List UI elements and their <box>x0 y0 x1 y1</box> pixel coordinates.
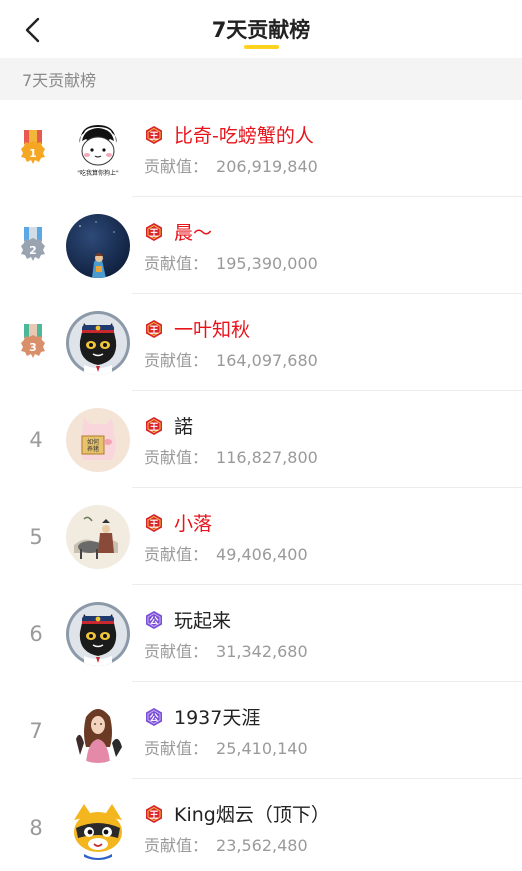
rank-cell: 2 <box>0 226 66 266</box>
svg-text:2: 2 <box>29 244 37 257</box>
list-item[interactable]: 2 王 晨～ 贡献值： 195,390,000 <box>0 197 522 294</box>
avatar[interactable] <box>66 601 130 666</box>
score-value: 25,410,140 <box>216 738 308 758</box>
score-value: 49,406,400 <box>216 544 308 564</box>
rank-cell: 7 <box>0 719 66 743</box>
gold-medal-icon: 1 <box>18 129 48 169</box>
duke-badge-icon: 公 <box>144 707 164 727</box>
rank-cell: 3 <box>0 323 66 363</box>
rank-cell: 6 <box>0 622 66 646</box>
king-badge-icon: 王 <box>144 125 164 145</box>
svg-text:王: 王 <box>149 228 158 239</box>
duke-badge-icon: 公 <box>144 610 164 630</box>
user-name[interactable]: 1937天涯 <box>174 703 260 730</box>
page-title: 7天贡献榜 <box>211 18 311 42</box>
score-line: 贡献值： 206,919,840 <box>144 156 318 176</box>
avatar[interactable] <box>66 310 130 375</box>
king-badge-icon: 王 <box>144 319 164 339</box>
bronze-medal-icon: 3 <box>18 323 48 363</box>
entry-info: 公 玩起来 贡献值： 31,342,680 <box>144 606 308 662</box>
list-item[interactable]: 1 "吃我算你狗上" 王 比奇-吃螃蟹的人 贡献值： 206,919,840 <box>0 100 522 197</box>
list-item[interactable]: 6 公 玩起来 贡献值： 31,342,680 <box>0 585 522 682</box>
user-name[interactable]: 諾 <box>174 412 193 439</box>
svg-text:王: 王 <box>149 131 158 142</box>
rank-number: 8 <box>29 815 43 840</box>
entry-info: 王 小落 贡献值： 49,406,400 <box>144 509 308 565</box>
avatar[interactable] <box>66 795 130 860</box>
entry-info: 王 諾 贡献值： 116,827,800 <box>144 412 318 468</box>
king-badge-icon: 王 <box>144 804 164 824</box>
silver-medal-icon: 2 <box>18 226 48 266</box>
user-name[interactable]: 比奇-吃螃蟹的人 <box>174 121 314 148</box>
rank-number: 5 <box>29 524 43 549</box>
svg-text:王: 王 <box>149 519 158 530</box>
user-name[interactable]: King烟云（顶下） <box>174 800 330 827</box>
svg-text:王: 王 <box>149 422 158 433</box>
score-line: 贡献值： 164,097,680 <box>144 350 318 370</box>
list-item[interactable]: 5 王 小落 贡献值： 49,406,400 <box>0 488 522 585</box>
score-value: 23,562,480 <box>216 835 308 855</box>
entry-info: 公 1937天涯 贡献值： 25,410,140 <box>144 703 308 759</box>
king-badge-icon: 王 <box>144 222 164 242</box>
score-line: 贡献值： 23,562,480 <box>144 835 308 855</box>
svg-text:公: 公 <box>149 713 158 724</box>
score-line: 贡献值： 49,406,400 <box>144 544 308 564</box>
score-value: 31,342,680 <box>216 641 308 661</box>
ranking-list: 1 "吃我算你狗上" 王 比奇-吃螃蟹的人 贡献值： 206,919,840 2… <box>0 100 522 871</box>
king-badge-icon: 王 <box>144 416 164 436</box>
rank-cell: 4 <box>0 428 66 452</box>
svg-text:公: 公 <box>149 616 158 627</box>
score-value: 195,390,000 <box>216 253 318 273</box>
user-name[interactable]: 玩起来 <box>174 606 231 633</box>
user-name[interactable]: 晨～ <box>174 218 212 245</box>
score-value: 164,097,680 <box>216 350 318 370</box>
svg-text:养猪: 养猪 <box>87 445 99 453</box>
score-line: 贡献值： 116,827,800 <box>144 447 318 467</box>
svg-text:3: 3 <box>29 341 37 354</box>
list-item[interactable]: 8 王 King烟云（顶下） 贡献值： 23,562,480 <box>0 779 522 871</box>
score-line: 贡献值： 195,390,000 <box>144 253 318 273</box>
user-name[interactable]: 一叶知秋 <box>174 315 250 342</box>
score-line: 贡献值： 25,410,140 <box>144 738 308 758</box>
rank-cell: 5 <box>0 525 66 549</box>
svg-text:1: 1 <box>29 147 37 160</box>
rank-number: 7 <box>29 718 43 743</box>
rank-cell: 1 <box>0 129 66 169</box>
list-item[interactable]: 7 公 1937天涯 贡献值： 25,410,140 <box>0 682 522 779</box>
avatar[interactable] <box>66 213 130 278</box>
svg-text:王: 王 <box>149 325 158 336</box>
user-name[interactable]: 小落 <box>174 509 212 536</box>
list-item[interactable]: 4 如何 养猪 王 諾 贡献值： 116,827,800 <box>0 391 522 488</box>
section-label: 7天贡献榜 <box>22 71 97 90</box>
score-line: 贡献值： 31,342,680 <box>144 641 308 661</box>
king-badge-icon: 王 <box>144 513 164 533</box>
rank-number: 6 <box>29 621 43 646</box>
svg-text:"吃我算你狗上": "吃我算你狗上" <box>77 169 119 177</box>
avatar[interactable] <box>66 504 130 569</box>
rank-number: 4 <box>29 427 43 452</box>
score-value: 206,919,840 <box>216 156 318 176</box>
avatar[interactable]: "吃我算你狗上" <box>66 116 130 181</box>
svg-text:王: 王 <box>149 810 158 821</box>
entry-info: 王 一叶知秋 贡献值： 164,097,680 <box>144 315 318 371</box>
score-value: 116,827,800 <box>216 447 318 467</box>
title-underline <box>244 45 279 49</box>
entry-info: 王 King烟云（顶下） 贡献值： 23,562,480 <box>144 800 330 856</box>
rank-cell: 8 <box>0 816 66 840</box>
svg-text:如何: 如何 <box>87 438 99 446</box>
entry-info: 王 晨～ 贡献值： 195,390,000 <box>144 218 318 274</box>
nav-header: 7天贡献榜 <box>0 0 522 58</box>
avatar[interactable] <box>66 698 130 763</box>
section-header: 7天贡献榜 <box>0 58 522 100</box>
entry-info: 王 比奇-吃螃蟹的人 贡献值： 206,919,840 <box>144 121 318 177</box>
avatar[interactable]: 如何 养猪 <box>66 407 130 472</box>
list-item[interactable]: 3 王 一叶知秋 贡献值： 164,097,680 <box>0 294 522 391</box>
